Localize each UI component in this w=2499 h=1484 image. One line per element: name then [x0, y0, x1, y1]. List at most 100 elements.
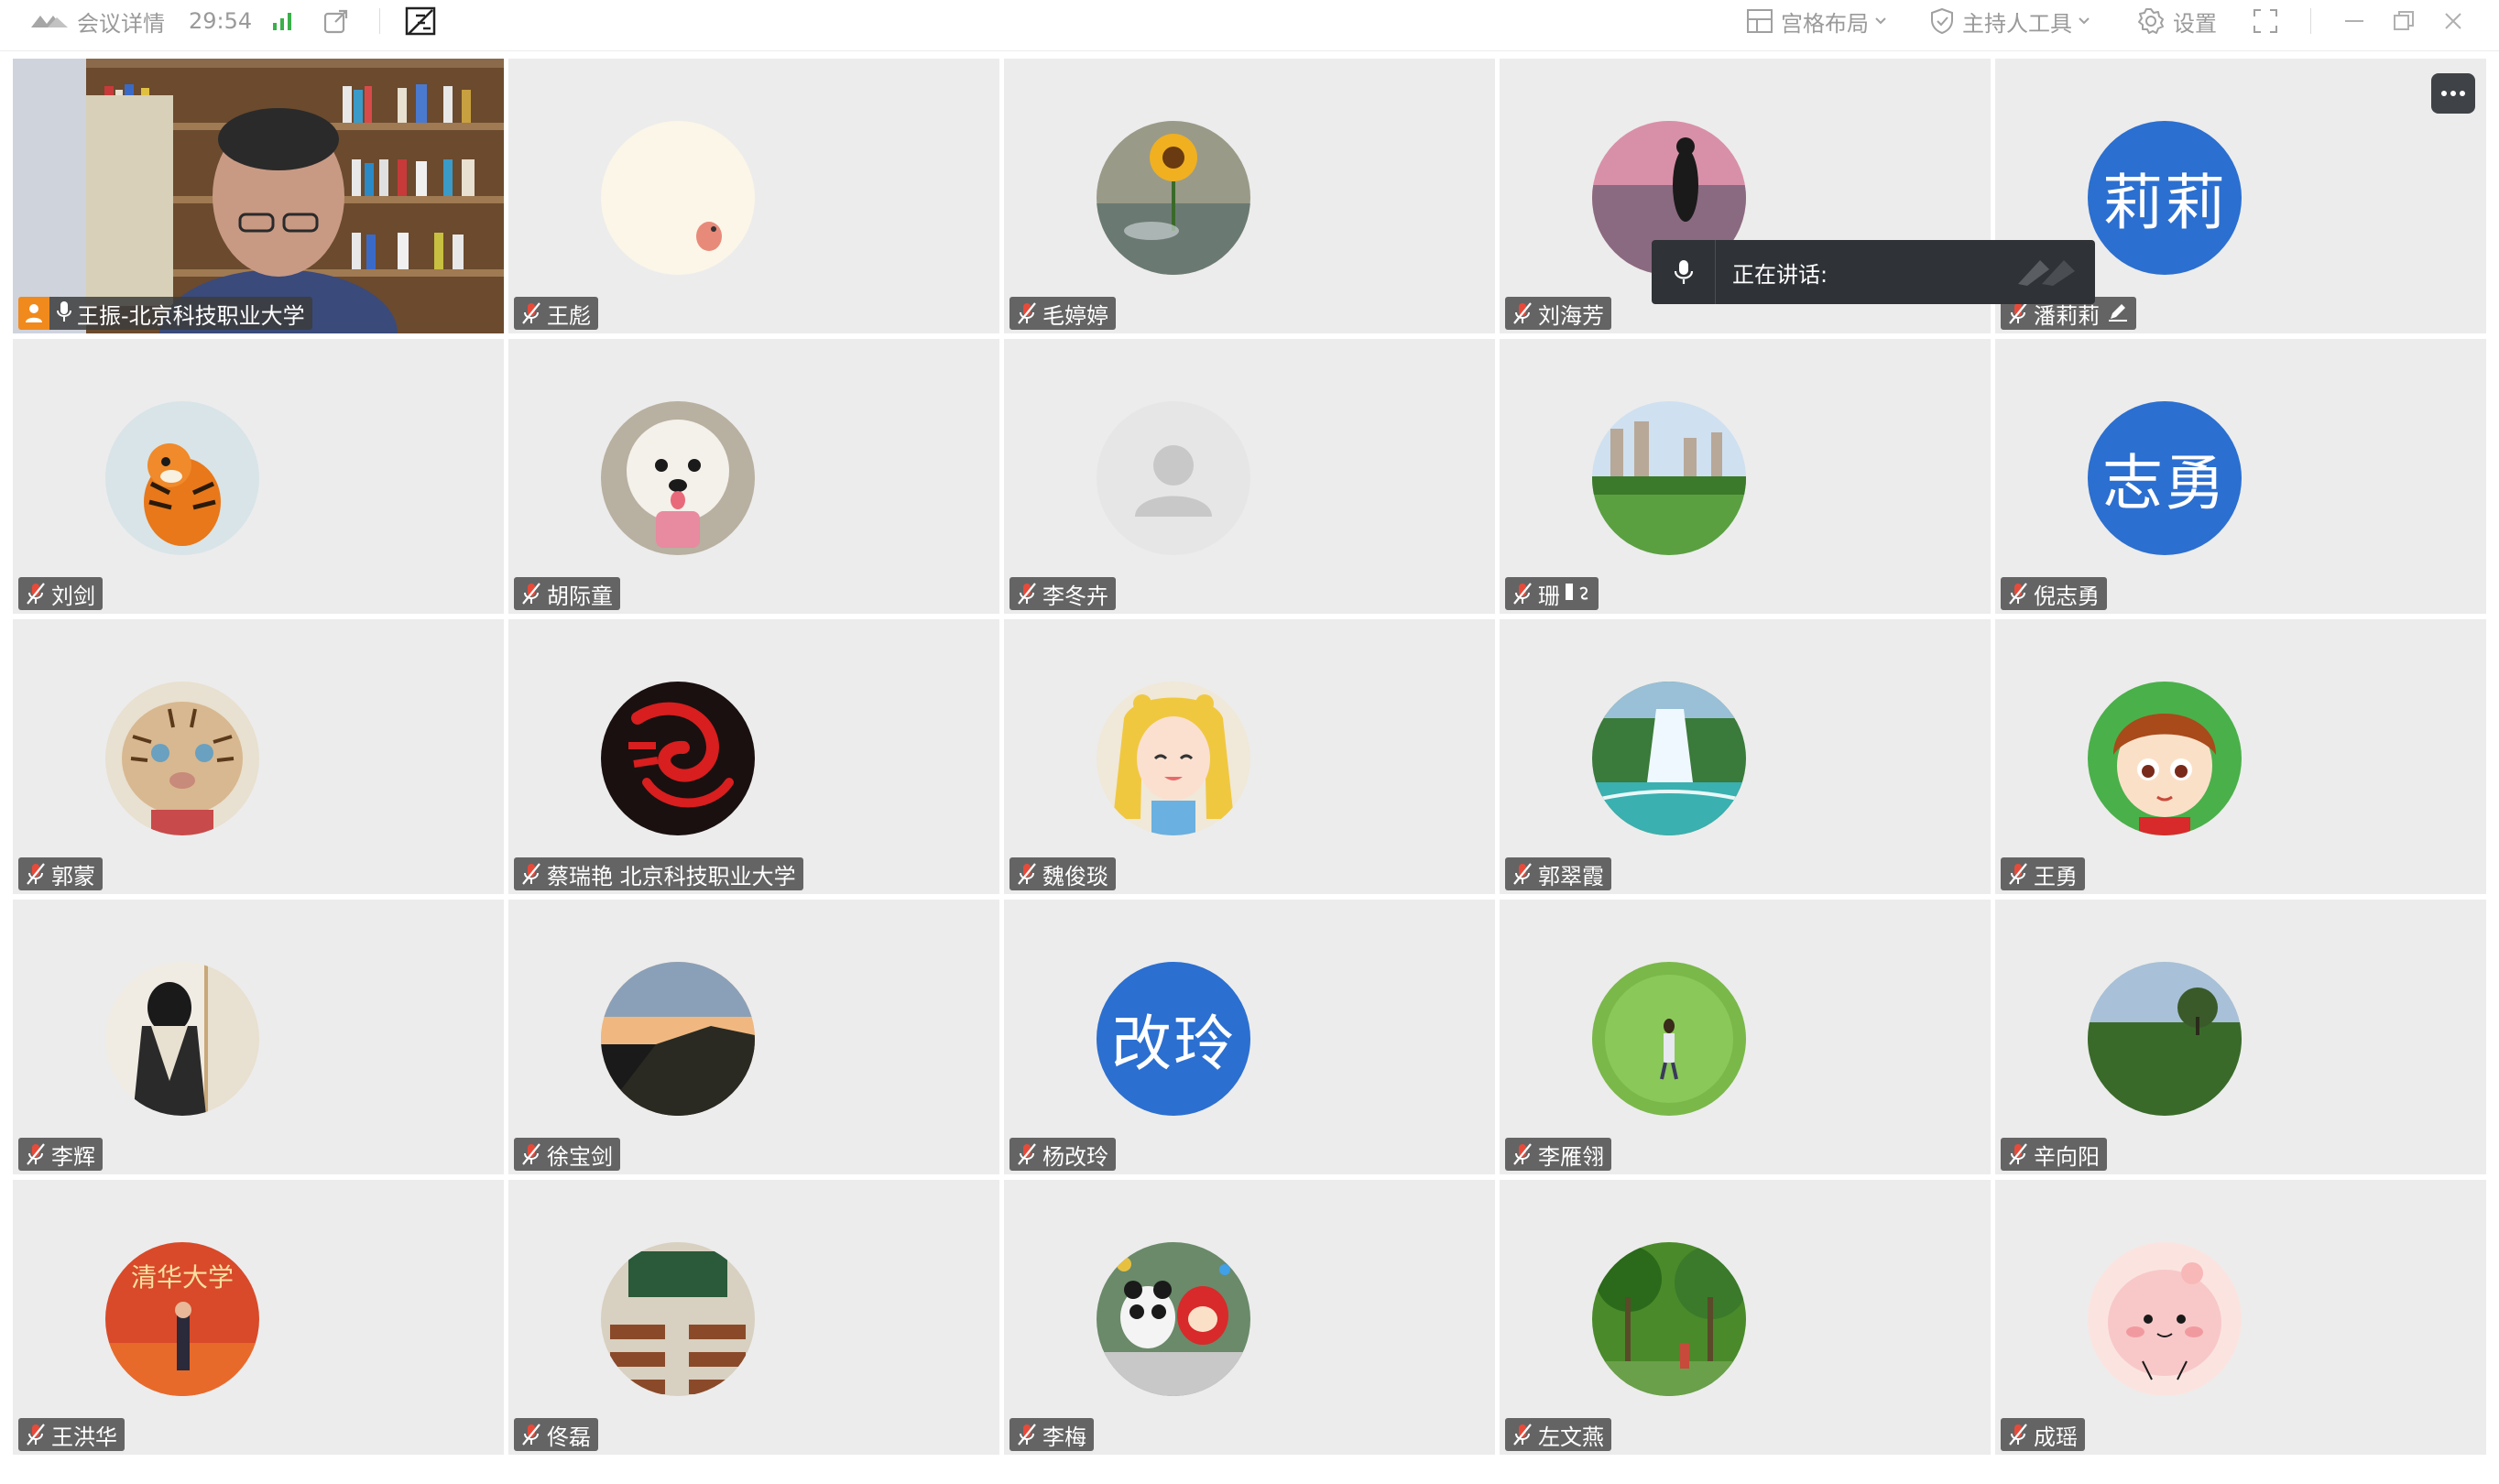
microphone-muted-icon	[1511, 1141, 1534, 1167]
participant-name-tag: 李辉	[18, 1138, 103, 1171]
participant-tile[interactable]: 改玲 杨改玲	[1004, 900, 1495, 1174]
participant-name: 魏俊琰	[1042, 863, 1108, 889]
participant-tile[interactable]: 李雁翎	[1500, 900, 1991, 1174]
microphone-muted-icon	[519, 300, 543, 326]
grid-layout-button[interactable]: 宫格布局	[1746, 0, 1887, 42]
participant-tile[interactable]: 志勇 倪志勇	[1995, 339, 2486, 614]
participant-name: 王勇	[2034, 863, 2078, 889]
participant-tile[interactable]: 辛向阳	[1995, 900, 2486, 1174]
participant-tile[interactable]: 王勇	[1995, 619, 2486, 894]
speaking-label: 正在讲话:	[1732, 261, 1828, 288]
participant-name-tag: 毛婷婷	[1009, 297, 1116, 330]
participant-name: 王洪华	[51, 1424, 117, 1450]
participant-tile[interactable]: 李冬卉	[1004, 339, 1495, 614]
participant-tile[interactable]: 胡际童	[508, 339, 999, 614]
shield-icon	[1929, 7, 1955, 35]
participant-name: 徐宝剑	[547, 1143, 613, 1170]
participant-name: 杨改玲	[1042, 1143, 1108, 1170]
participant-name-tag: 杨改玲	[1009, 1138, 1116, 1171]
meeting-details-button[interactable]: 会议详情	[29, 0, 165, 42]
avatar	[1097, 682, 1250, 835]
avatar	[2088, 682, 2242, 835]
participant-tile[interactable]: 王彪	[508, 59, 999, 333]
chevron-down-icon	[2078, 16, 2090, 26]
more-options-button[interactable]	[2431, 73, 2475, 114]
avatar	[601, 121, 755, 275]
participant-name-tag: 倪志勇	[2001, 577, 2107, 610]
whiteboard-icon[interactable]	[405, 0, 438, 42]
participant-name-tag: 郭蒙	[18, 857, 103, 890]
microphone-muted-icon	[24, 581, 48, 606]
participant-tile[interactable]: 左文燕	[1500, 1180, 1991, 1455]
participant-name: 成瑶	[2034, 1424, 2078, 1450]
minimize-icon[interactable]	[2341, 0, 2367, 42]
participant-name: 辛向阳	[2034, 1143, 2100, 1170]
participant-tile[interactable]: 魏俊琰	[1004, 619, 1495, 894]
microphone-muted-icon	[1015, 861, 1039, 887]
speaker-avatar-icon	[2009, 258, 2079, 291]
avatar	[2088, 962, 2242, 1116]
close-icon[interactable]	[2440, 0, 2466, 42]
participant-name: 佟磊	[547, 1424, 591, 1450]
avatar	[601, 682, 755, 835]
restore-window-icon[interactable]	[2391, 0, 2417, 42]
microphone-muted-icon	[1015, 300, 1039, 326]
participant-grid: 王振-北京科技职业大学 王彪 毛婷婷 刘海芳 莉莉 潘莉莉 刘剑 胡际童 李冬卉…	[13, 59, 2488, 1460]
participant-tile[interactable]: 毛婷婷	[1004, 59, 1495, 333]
participant-name: 郭蒙	[51, 863, 95, 889]
microphone-muted-icon	[1015, 1141, 1039, 1167]
edit-pencil-icon[interactable]	[2107, 300, 2129, 326]
host-tools-button[interactable]: 主持人工具	[1929, 0, 2090, 42]
microphone-muted-icon	[1015, 581, 1039, 606]
participant-tile[interactable]: 佟磊	[508, 1180, 999, 1455]
participant-name: 李雁翎	[1538, 1143, 1604, 1170]
microphone-muted-icon	[24, 1422, 48, 1447]
participant-tile[interactable]: 郭翠霞	[1500, 619, 1991, 894]
participant-tile[interactable]: 蔡瑞艳 北京科技职业大学	[508, 619, 999, 894]
fullscreen-icon[interactable]	[2252, 0, 2279, 42]
participant-tile[interactable]: 刘剑	[13, 339, 504, 614]
participant-name: 珊	[1538, 583, 1560, 609]
microphone-muted-icon	[1015, 1422, 1039, 1447]
participant-tile[interactable]: 徐宝剑	[508, 900, 999, 1174]
participant-name-tag: 胡际童	[514, 577, 620, 610]
avatar	[601, 1242, 755, 1396]
participant-name-tag: 王洪华	[18, 1418, 125, 1451]
host-name-tag: 王振-北京科技职业大学	[18, 297, 312, 330]
app-logo-icon	[29, 11, 70, 31]
participant-name: 毛婷婷	[1042, 302, 1108, 329]
microphone-muted-icon	[1511, 581, 1534, 606]
network-signal-icon[interactable]	[271, 0, 295, 42]
avatar	[601, 962, 755, 1116]
microphone-muted-icon	[1511, 1422, 1534, 1447]
avatar	[601, 401, 755, 555]
participant-tile-host[interactable]: 王振-北京科技职业大学	[13, 59, 504, 333]
microphone-muted-icon	[2006, 1141, 2030, 1167]
participant-tile[interactable]: 李辉	[13, 900, 504, 1174]
video-feed	[13, 59, 504, 333]
participant-tile[interactable]: 珊	[1500, 339, 1991, 614]
participant-name-tag: 成瑶	[2001, 1418, 2085, 1451]
share-link-icon[interactable]	[322, 0, 350, 42]
participant-tile[interactable]: 清华大学 王洪华	[13, 1180, 504, 1455]
divider	[379, 0, 380, 42]
microphone-icon	[1652, 240, 1716, 304]
settings-button[interactable]: 设置	[2136, 0, 2217, 42]
participant-name-tag: 郭翠霞	[1505, 857, 1611, 890]
participant-name: 刘剑	[51, 583, 95, 609]
participant-name: 倪志勇	[2034, 583, 2100, 609]
microphone-muted-icon	[2006, 1422, 2030, 1447]
participant-name: 左文燕	[1538, 1424, 1604, 1450]
participant-name: 蔡瑞艳 北京科技职业大学	[547, 863, 796, 889]
participant-tile[interactable]: 李梅	[1004, 1180, 1495, 1455]
grid-layout-label: 宫格布局	[1781, 10, 1869, 37]
avatar: 志勇	[2088, 401, 2242, 555]
participant-name: 李辉	[51, 1143, 95, 1170]
participant-name-tag: 王勇	[2001, 857, 2085, 890]
microphone-muted-icon	[24, 861, 48, 887]
participant-name-tag: 刘剑	[18, 577, 103, 610]
participant-tile[interactable]: 郭蒙	[13, 619, 504, 894]
microphone-muted-icon	[1511, 300, 1534, 326]
avatar: 清华大学	[105, 1242, 259, 1396]
participant-tile[interactable]: 成瑶	[1995, 1180, 2486, 1455]
